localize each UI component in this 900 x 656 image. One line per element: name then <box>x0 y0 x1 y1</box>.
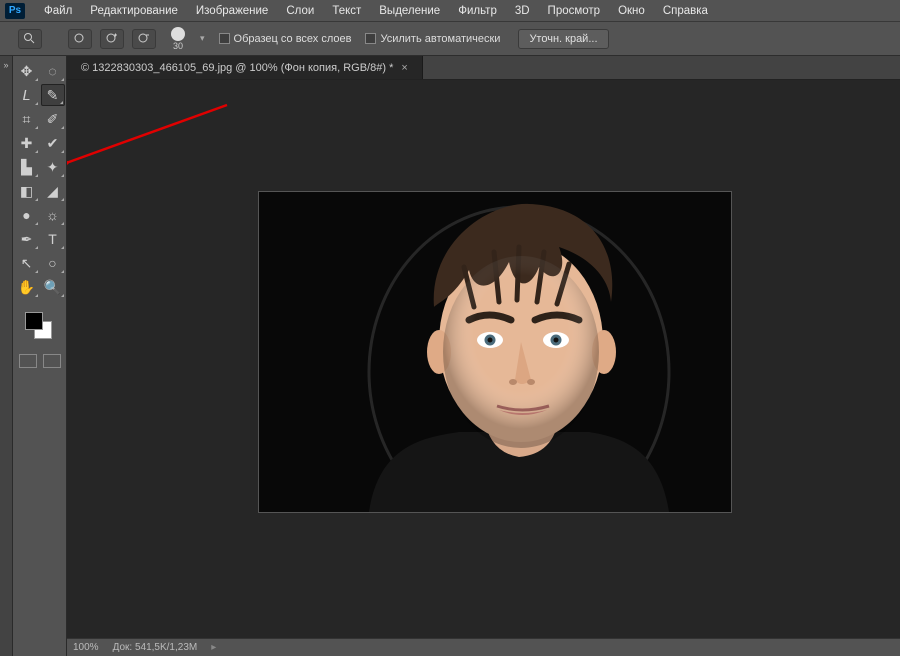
chevron-down-icon[interactable]: ▾ <box>200 33 205 44</box>
hand-tool[interactable]: ✋ <box>15 276 39 298</box>
menu-view[interactable]: Просмотр <box>539 2 610 20</box>
zoom-level[interactable]: 100% <box>73 642 99 653</box>
blur-tool[interactable]: ● <box>15 204 39 226</box>
sample-all-layers-label: Образец со всех слоев <box>234 33 352 45</box>
refine-edge-button[interactable]: Уточн. край... <box>518 29 608 49</box>
menu-layers[interactable]: Слои <box>277 2 323 20</box>
quick-select-tool[interactable]: ✎ <box>41 84 65 106</box>
menu-image[interactable]: Изображение <box>187 2 277 20</box>
new-selection-icon[interactable] <box>68 29 92 49</box>
chevron-right-icon[interactable]: ▸ <box>211 642 216 653</box>
menubar: Ps Файл Редактирование Изображение Слои … <box>0 0 900 22</box>
auto-enhance-label: Усилить автоматически <box>380 33 500 45</box>
doc-info: Док: 541,5K/1,23M <box>113 642 198 653</box>
color-swatches[interactable] <box>25 312 64 344</box>
checkbox-icon <box>365 33 376 44</box>
close-icon[interactable]: × <box>401 62 407 74</box>
checkbox-icon <box>219 33 230 44</box>
subtract-selection-icon[interactable] <box>132 29 156 49</box>
canvas-area: © 1322830303_466105_69.jpg @ 100% (Фон к… <box>67 56 900 656</box>
ps-logo-icon: Ps <box>5 3 25 19</box>
add-selection-icon[interactable] <box>100 29 124 49</box>
brush-size-value: 30 <box>173 41 183 51</box>
panel-collapse-strip[interactable]: » <box>0 56 13 656</box>
move-tool[interactable]: ✥ <box>15 60 39 82</box>
menu-window[interactable]: Окно <box>609 2 654 20</box>
lasso-tool[interactable]: 𝘓 <box>15 84 39 106</box>
toolbox: ✥◌𝘓✎⌗✐✚✔▙✦◧◢●☼✒T↖○✋🔍 <box>13 56 67 656</box>
eyedropper-tool[interactable]: ✐ <box>41 108 65 130</box>
screenmode-icon[interactable] <box>43 354 61 368</box>
shape-tool[interactable]: ○ <box>41 252 65 274</box>
canvas-viewport[interactable] <box>67 80 900 638</box>
options-bar: 30 ▾ Образец со всех слоев Усилить автом… <box>0 22 900 56</box>
eraser-tool[interactable]: ◧ <box>15 180 39 202</box>
canvas-image[interactable] <box>259 192 731 512</box>
menu-select[interactable]: Выделение <box>370 2 449 20</box>
auto-enhance-checkbox[interactable]: Усилить автоматически <box>365 33 500 45</box>
document-tab[interactable]: © 1322830303_466105_69.jpg @ 100% (Фон к… <box>67 56 423 79</box>
menu-edit[interactable]: Редактирование <box>81 2 187 20</box>
stamp-tool[interactable]: ▙ <box>15 156 39 178</box>
menu-text[interactable]: Текст <box>323 2 370 20</box>
quickmask-icon[interactable] <box>19 354 37 368</box>
portrait-content <box>259 192 731 512</box>
workspace: » ✥◌𝘓✎⌗✐✚✔▙✦◧◢●☼✒T↖○✋🔍 © 1322830303_4661… <box>0 56 900 656</box>
crop-tool[interactable]: ⌗ <box>15 108 39 130</box>
tool-preset-icon[interactable] <box>18 29 42 49</box>
sample-all-layers-checkbox[interactable]: Образец со всех слоев <box>219 33 352 45</box>
path-select-tool[interactable]: ↖ <box>15 252 39 274</box>
document-tab-title: © 1322830303_466105_69.jpg @ 100% (Фон к… <box>81 62 393 74</box>
menu-file[interactable]: Файл <box>35 2 81 20</box>
gradient-tool[interactable]: ◢ <box>41 180 65 202</box>
healing-tool[interactable]: ✚ <box>15 132 39 154</box>
brush-preview[interactable]: 30 <box>164 25 192 53</box>
type-tool[interactable]: T <box>41 228 65 250</box>
pen-tool[interactable]: ✒ <box>15 228 39 250</box>
zoom-tool[interactable]: 🔍 <box>41 276 65 298</box>
status-bar: 100% Док: 541,5K/1,23M ▸ <box>67 638 900 656</box>
menu-3d[interactable]: 3D <box>506 2 539 20</box>
brush-tool[interactable]: ✔ <box>41 132 65 154</box>
menu-help[interactable]: Справка <box>654 2 717 20</box>
marquee-tool[interactable]: ◌ <box>41 60 65 82</box>
dodge-tool[interactable]: ☼ <box>41 204 65 226</box>
foreground-color-swatch[interactable] <box>25 312 43 330</box>
brush-dot-icon <box>171 27 185 41</box>
menu-filter[interactable]: Фильтр <box>449 2 506 20</box>
history-brush-tool[interactable]: ✦ <box>41 156 65 178</box>
document-tabs: © 1322830303_466105_69.jpg @ 100% (Фон к… <box>67 56 900 80</box>
